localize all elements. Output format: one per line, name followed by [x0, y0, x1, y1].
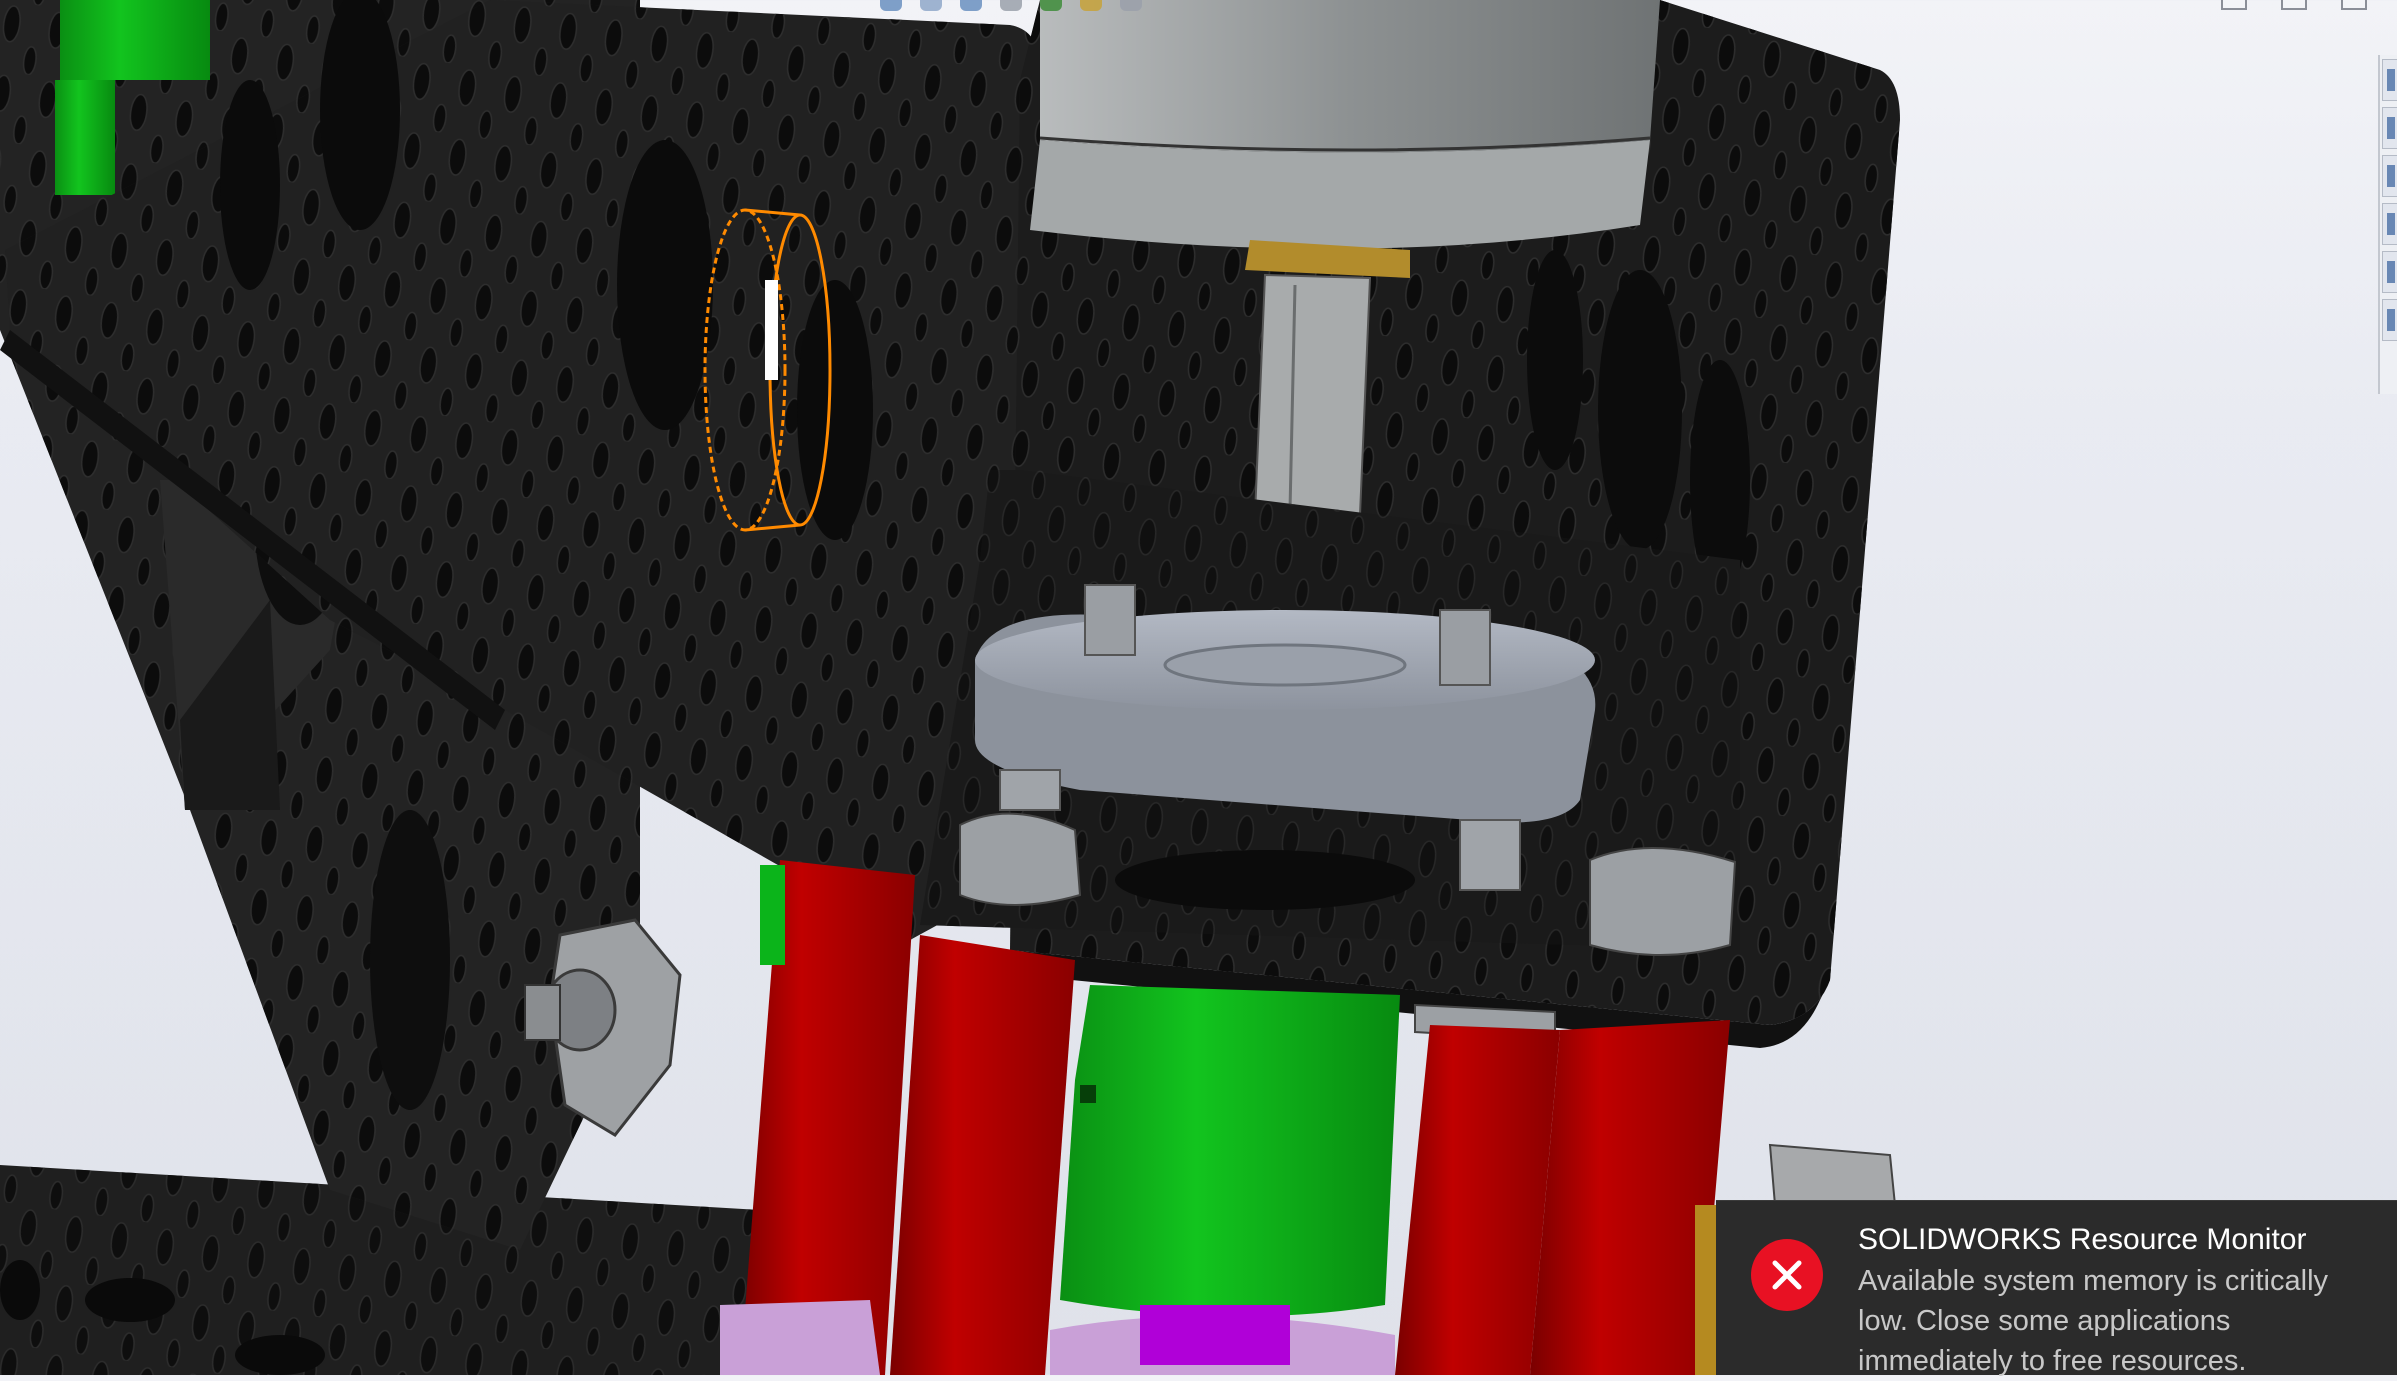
- green-edge-part[interactable]: [760, 865, 785, 965]
- task-pane-tabs: [2378, 55, 2397, 394]
- minimize-icon[interactable]: [2221, 0, 2247, 10]
- view-palette-icon[interactable]: [2382, 203, 2397, 245]
- file-explorer-icon[interactable]: [2382, 155, 2397, 197]
- section-view-icon[interactable]: [960, 0, 982, 11]
- restore-icon[interactable]: [2281, 0, 2307, 10]
- hide-show-icon[interactable]: [1000, 0, 1022, 11]
- notification-message: Available system memory is critically lo…: [1858, 1265, 2329, 1377]
- resources-icon[interactable]: [2382, 59, 2397, 101]
- notification-title: SOLIDWORKS Resource Monitor: [1858, 1223, 2307, 1256]
- custom-properties-icon[interactable]: [2382, 299, 2397, 341]
- window-controls: [2221, 0, 2367, 10]
- view-settings-icon[interactable]: [1120, 0, 1142, 11]
- close-icon[interactable]: [2341, 0, 2367, 10]
- error-circle-icon: [1751, 1239, 1823, 1311]
- scene-icon[interactable]: [1080, 0, 1102, 11]
- cad-model-render[interactable]: [0, 0, 2397, 1375]
- resource-monitor-notification[interactable]: SOLIDWORKS Resource Monitor Available sy…: [1716, 1200, 2397, 1377]
- display-style-icon[interactable]: [920, 0, 942, 11]
- error-x-icon: [1772, 1260, 1802, 1290]
- graphics-viewport[interactable]: [0, 0, 2397, 1375]
- appearances-icon[interactable]: [2382, 251, 2397, 293]
- appearance-icon[interactable]: [1040, 0, 1062, 11]
- green-shaft-coupler[interactable]: [1060, 985, 1400, 1317]
- view-orientation-icon[interactable]: [880, 0, 902, 11]
- heads-up-view-toolbar: [880, 0, 1142, 12]
- design-library-icon[interactable]: [2382, 107, 2397, 149]
